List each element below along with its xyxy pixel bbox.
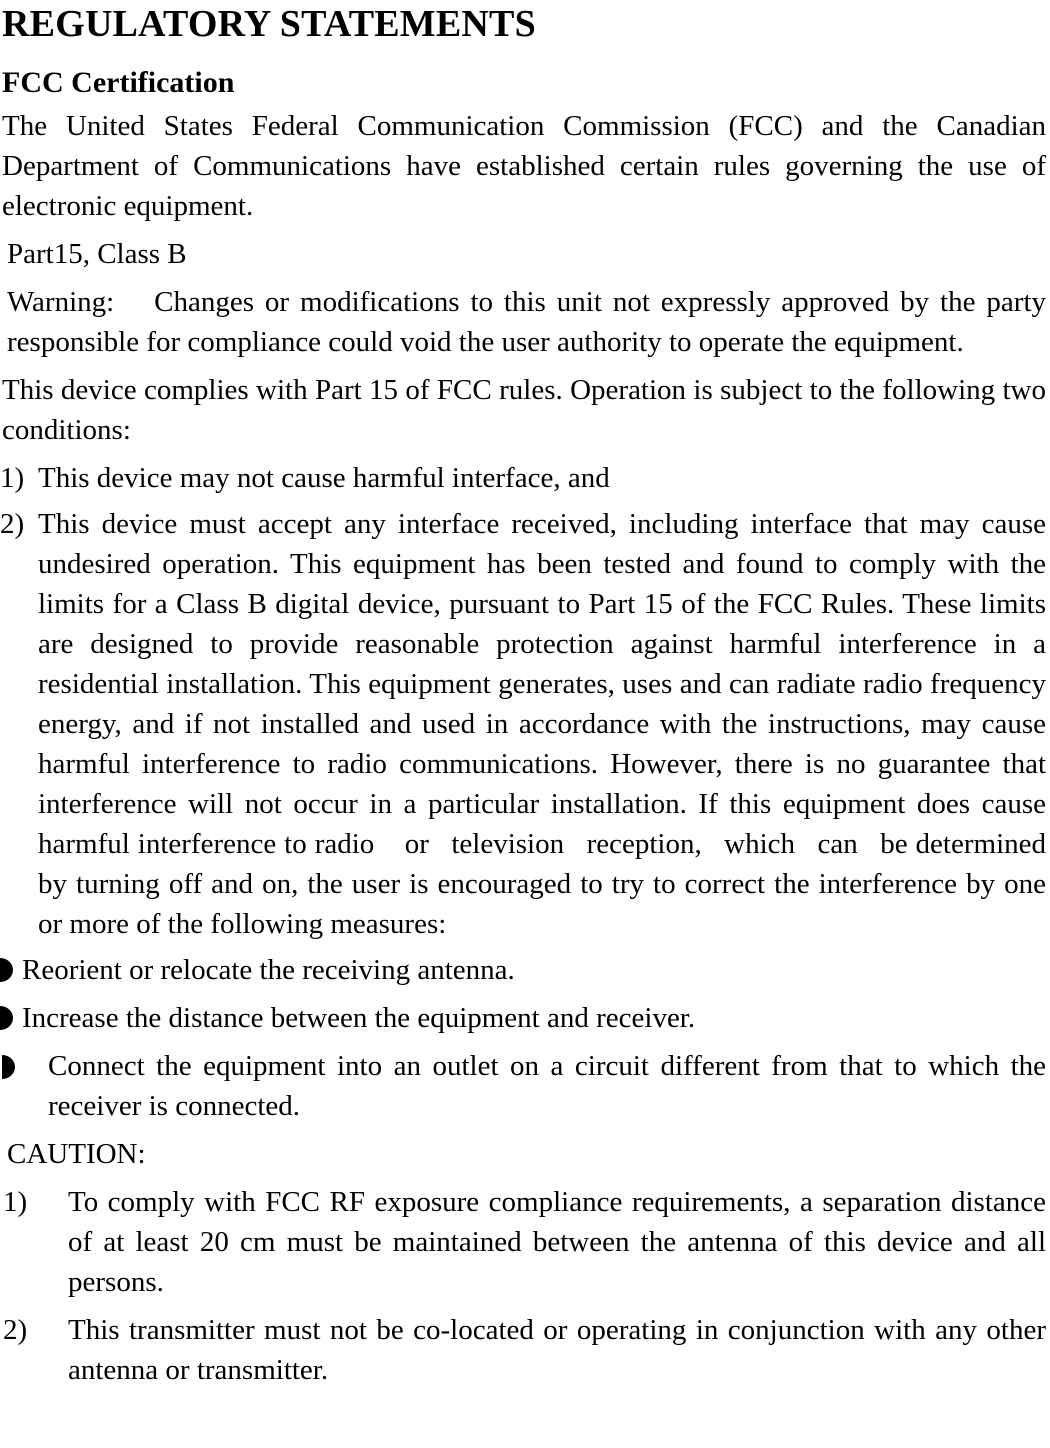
caution-list: 1) To comply with FCC RF exposure complia…: [0, 1182, 1050, 1390]
list-item-marker: 2): [0, 508, 25, 540]
filled-half-disc-bullet-icon: [0, 1006, 13, 1030]
list-item: 2) This device must accept any interface …: [0, 504, 1050, 944]
measures-list: Reorient or relocate the receiving anten…: [0, 950, 1050, 1126]
list-item: 1) This device may not cause harmful inte…: [0, 458, 1050, 498]
list-item-text: Connect the equipment into an outlet on …: [48, 1050, 1046, 1122]
list-item-marker: 1): [0, 462, 25, 494]
list-item-text: This device may not cause harmful interf…: [38, 462, 610, 494]
list-item-marker: 1): [3, 1186, 28, 1218]
warning-paragraph: Warning: Changes or modifications to thi…: [7, 286, 1046, 358]
list-item: 1) To comply with FCC RF exposure complia…: [0, 1182, 1050, 1302]
list-item-marker: 2): [3, 1314, 28, 1346]
caution-label: CAUTION:: [7, 1138, 146, 1170]
intro-paragraph: The United States Federal Communication …: [2, 110, 1046, 222]
filled-half-disc-bullet-icon: [0, 958, 13, 982]
list-item-text: To comply with FCC RF exposure complianc…: [68, 1186, 1046, 1298]
page-title: REGULATORY STATEMENTS: [2, 3, 536, 45]
section-heading-fcc-certification: FCC Certification: [2, 66, 235, 99]
list-item: Increase the distance between the equipm…: [0, 998, 1050, 1038]
part-class-line: Part15, Class B: [7, 238, 187, 270]
list-item-text: This device must accept any interface re…: [38, 508, 1046, 940]
list-item: Reorient or relocate the receiving anten…: [0, 950, 1050, 990]
conditions-list: 1) This device may not cause harmful inte…: [0, 458, 1050, 944]
document-page: REGULATORY STATEMENTS FCC Certification …: [0, 0, 1050, 1448]
list-item: Connect the equipment into an outlet on …: [0, 1046, 1050, 1126]
list-item-text: Reorient or relocate the receiving anten…: [22, 954, 515, 986]
list-item: 2) This transmitter must not be co-locate…: [0, 1310, 1050, 1390]
list-item-text: This transmitter must not be co-located …: [68, 1314, 1046, 1386]
compliance-paragraph: This device complies with Part 15 of FCC…: [2, 374, 1046, 446]
list-item-text: Increase the distance between the equipm…: [22, 1002, 696, 1034]
filled-half-disc-bullet-icon: [2, 1055, 15, 1079]
